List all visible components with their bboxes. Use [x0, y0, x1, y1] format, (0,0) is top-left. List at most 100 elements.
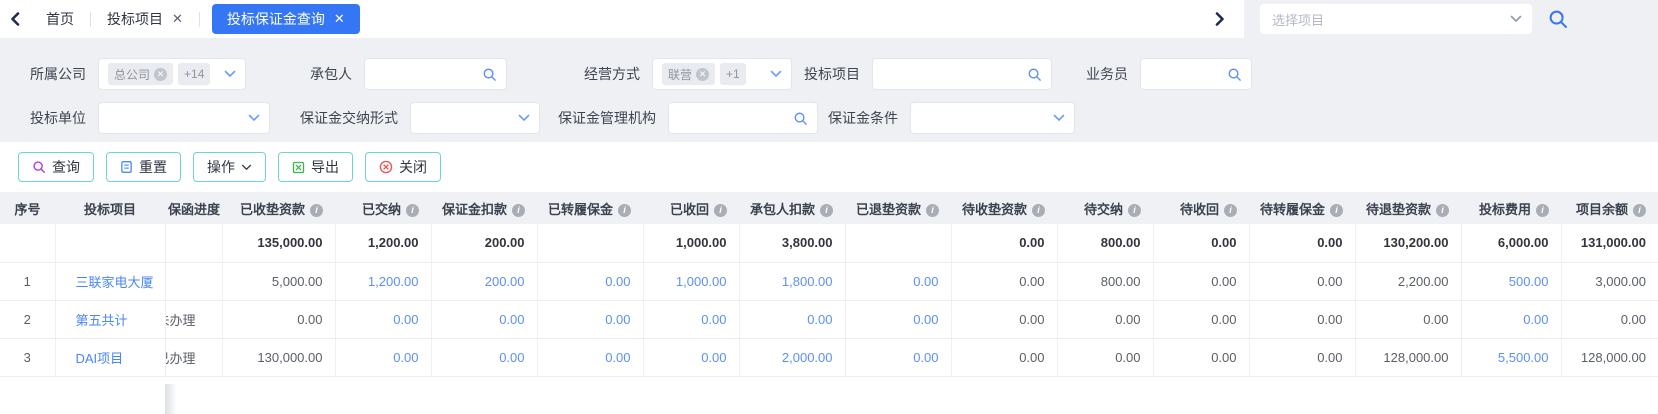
summary-project-balance: 131,000.00: [1561, 224, 1658, 262]
cell-pending-transfer-performance: 0.00: [1249, 300, 1355, 338]
cell-pending-refund-advance: 0.00: [1355, 300, 1461, 338]
bid-project-input[interactable]: [872, 58, 1052, 90]
summary-refunded-advance: [845, 224, 951, 262]
project-link[interactable]: DAI项目: [76, 351, 124, 366]
info-icon[interactable]: i: [512, 204, 525, 217]
remove-tag-icon[interactable]: ✕: [696, 68, 709, 81]
column-header-paid-in: 已交纳i: [335, 192, 431, 224]
cell-seq: 3: [0, 338, 55, 376]
info-icon[interactable]: i: [406, 204, 419, 217]
project-link[interactable]: 三联家电大厦: [76, 275, 154, 290]
remove-tag-icon[interactable]: ✕: [154, 68, 167, 81]
mgmt-org-input[interactable]: [668, 102, 818, 134]
export-button[interactable]: 导出: [278, 152, 353, 182]
cell-deposit-deduction[interactable]: 0.00: [431, 338, 537, 376]
cell-bid-project: 三联家电大厦: [55, 262, 165, 300]
cell-guarantee-progress: 已办理: [165, 338, 222, 376]
info-icon[interactable]: i: [714, 204, 727, 217]
mode-multiselect[interactable]: 联营✕ +1: [652, 58, 792, 90]
info-icon[interactable]: i: [1224, 204, 1237, 217]
search-icon[interactable]: [1227, 67, 1242, 82]
info-icon[interactable]: i: [1330, 204, 1343, 217]
filter-bid-project: 投标项目: [792, 58, 1052, 90]
cell-refunded-advance[interactable]: 0.00: [845, 338, 951, 376]
summary-contractor-deduction: 3,800.00: [739, 224, 845, 262]
column-header-pending-transfer-performance: 待转履保金i: [1249, 192, 1355, 224]
search-icon[interactable]: [482, 67, 497, 82]
cell-contractor-deduction[interactable]: 1,800.00: [739, 262, 845, 300]
cell-paid-in[interactable]: 0.00: [335, 300, 431, 338]
project-select[interactable]: 选择项目: [1260, 4, 1532, 34]
tab-close-icon[interactable]: ✕: [172, 11, 183, 27]
cell-contractor-deduction[interactable]: 2,000.00: [739, 338, 845, 376]
filter-mode: 经营方式 联营✕ +1: [522, 58, 792, 90]
project-select-placeholder: 选择项目: [1272, 10, 1510, 29]
info-icon[interactable]: i: [1536, 204, 1549, 217]
filter-company-label: 所属公司: [8, 64, 98, 84]
pay-form-select[interactable]: [410, 102, 540, 134]
query-button[interactable]: 查询: [18, 152, 94, 182]
project-link[interactable]: 第五共计: [76, 313, 128, 328]
tab-close-icon[interactable]: ✕: [334, 11, 345, 27]
search-icon[interactable]: [793, 111, 808, 126]
info-icon[interactable]: i: [618, 204, 631, 217]
cell-paid-in[interactable]: 0.00: [335, 338, 431, 376]
cell-deposit-deduction[interactable]: 0.00: [431, 300, 537, 338]
cell-deposit-deduction[interactable]: 200.00: [431, 262, 537, 300]
summary-row: 135,000.001,200.00200.001,000.003,800.00…: [0, 224, 1658, 262]
search-icon[interactable]: [1027, 67, 1042, 82]
tab-bid-bond-query[interactable]: 投标保证金查询 ✕: [212, 4, 360, 34]
info-icon[interactable]: i: [1633, 204, 1646, 217]
cell-transferred-performance-bond[interactable]: 0.00: [537, 262, 643, 300]
cell-transferred-performance-bond[interactable]: 0.00: [537, 338, 643, 376]
tab-home[interactable]: 首页: [30, 0, 90, 38]
tab-home-label: 首页: [46, 9, 74, 29]
nav-forward-icon[interactable]: [1204, 0, 1234, 38]
cell-refunded-advance[interactable]: 0.00: [845, 262, 951, 300]
info-icon[interactable]: i: [926, 204, 939, 217]
summary-pending-payment: 800.00: [1057, 224, 1153, 262]
table-row: 2第五共计未办理0.000.000.000.000.000.000.000.00…: [0, 300, 1658, 338]
cell-received-advance: 130,000.00: [222, 338, 335, 376]
condition-select[interactable]: [910, 102, 1075, 134]
tab-bid-project-label: 投标项目: [107, 9, 163, 29]
cell-pending-advance: 0.00: [951, 262, 1057, 300]
cell-recovered[interactable]: 0.00: [643, 338, 739, 376]
cell-paid-in[interactable]: 1,200.00: [335, 262, 431, 300]
cell-bid-cost[interactable]: 0.00: [1461, 300, 1561, 338]
salesman-input[interactable]: [1140, 58, 1252, 90]
company-multiselect[interactable]: 总公司✕ +14: [98, 58, 246, 90]
info-icon[interactable]: i: [310, 204, 323, 217]
filter-condition-label: 保证金条件: [818, 108, 910, 128]
filter-pay-form: 保证金交纳形式: [270, 102, 540, 134]
info-icon[interactable]: i: [1436, 204, 1449, 217]
project-select-area: 选择项目: [1244, 0, 1658, 38]
bid-unit-select[interactable]: [98, 102, 270, 134]
cell-bid-project: 第五共计: [55, 300, 165, 338]
cell-guarantee-progress: [165, 224, 222, 262]
cell-bid-cost[interactable]: 500.00: [1461, 262, 1561, 300]
cell-recovered[interactable]: 0.00: [643, 300, 739, 338]
contractor-input[interactable]: [364, 58, 507, 90]
reset-button[interactable]: 重置: [106, 152, 181, 182]
filter-bid-unit-label: 投标单位: [8, 108, 98, 128]
tab-bid-project[interactable]: 投标项目 ✕: [91, 0, 199, 38]
nav-back-icon[interactable]: [0, 0, 30, 38]
cell-bid-cost[interactable]: 5,500.00: [1461, 338, 1561, 376]
cell-transferred-performance-bond[interactable]: 0.00: [537, 300, 643, 338]
cell-refunded-advance[interactable]: 0.00: [845, 300, 951, 338]
info-icon[interactable]: i: [1128, 204, 1141, 217]
cell-pending-recovery: 0.00: [1153, 338, 1249, 376]
filter-mode-label: 经营方式: [522, 64, 652, 84]
info-icon[interactable]: i: [1032, 204, 1045, 217]
column-header-pending-recovery: 待收回i: [1153, 192, 1249, 224]
close-button[interactable]: 关闭: [365, 152, 441, 182]
global-search-icon[interactable]: [1548, 9, 1568, 29]
summary-paid-in: 1,200.00: [335, 224, 431, 262]
column-header-pending-advance: 待收垫资款i: [951, 192, 1057, 224]
action-dropdown-button[interactable]: 操作: [193, 152, 266, 182]
cell-contractor-deduction[interactable]: 0.00: [739, 300, 845, 338]
chevron-down-icon: [241, 164, 252, 171]
cell-recovered[interactable]: 1,000.00: [643, 262, 739, 300]
info-icon[interactable]: i: [820, 204, 833, 217]
